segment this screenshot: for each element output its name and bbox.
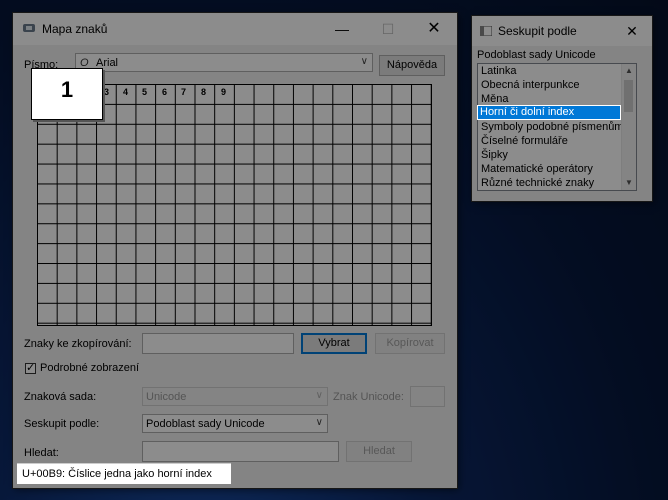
close-button[interactable]: ✕ (612, 16, 652, 46)
zoom-box: 1 (31, 68, 103, 120)
close-button[interactable]: ✕ (411, 13, 457, 45)
selected-list-item[interactable]: Horní či dolní index (477, 105, 621, 120)
grid-cell[interactable]: 8 (194, 87, 213, 97)
subrange-list[interactable]: Latinka Obecná interpunkce Měna Symboly … (477, 63, 637, 191)
selected-list-item-label: Horní či dolní index (480, 106, 575, 118)
unicode-field (410, 386, 445, 407)
grid-cell[interactable]: 4 (116, 87, 135, 97)
groupby-titlebar[interactable]: Seskupit podle ✕ (472, 16, 652, 46)
list-item[interactable]: Různé technické znaky (478, 176, 636, 190)
grid-cell[interactable]: 9 (214, 87, 233, 97)
groupby-window-icon (480, 26, 492, 36)
list-item[interactable]: Symboly podobné písmenům (478, 120, 636, 134)
status-bar: U+00B9: Číslice jedna jako horní index (17, 463, 231, 484)
groupby-label: Seskupit podle: (24, 418, 100, 430)
window-title: Mapa znaků (42, 22, 108, 36)
select-button[interactable]: Vybrat (301, 333, 367, 354)
font-select[interactable]: O Arial ∨ (75, 53, 373, 72)
advanced-view-checkbox[interactable] (25, 361, 36, 374)
list-item[interactable]: Číselné formuláře (478, 134, 636, 148)
copy-field[interactable] (142, 333, 294, 354)
zoom-char: 1 (60, 77, 74, 102)
grid-cell[interactable]: 5 (135, 87, 154, 97)
chevron-down-icon: ∨ (315, 390, 323, 401)
scroll-down-icon[interactable]: ▼ (622, 176, 636, 190)
copy-label: Znaky ke zkopírování: (24, 338, 132, 350)
help-button[interactable]: Nápověda (379, 55, 445, 76)
copy-button: Kopírovat (375, 333, 445, 354)
list-item[interactable]: Latinka (478, 64, 636, 78)
list-item[interactable]: Matematické operátory (478, 162, 636, 176)
groupby-title: Seskupit podle (498, 24, 577, 38)
grid-cell[interactable]: 6 (155, 87, 174, 97)
charset-select-value: Unicode (146, 391, 187, 403)
search-input[interactable] (142, 441, 339, 462)
chevron-down-icon: ∨ (360, 56, 368, 67)
maximize-button: ☐ (381, 21, 395, 37)
charset-label: Znaková sada: (24, 391, 97, 403)
list-item[interactable]: Obecná interpunkce (478, 78, 636, 92)
charset-select: Unicode ∨ (142, 387, 328, 406)
advanced-view-label: Podrobné zobrazení (40, 362, 140, 374)
list-scrollbar[interactable]: ▲ ▼ (621, 64, 636, 190)
search-label: Hledat: (24, 447, 59, 459)
list-item[interactable]: Šipky (478, 148, 636, 162)
zoomed-char-tile: 1 (31, 68, 103, 120)
chevron-down-icon: ∨ (315, 417, 323, 428)
status-text: U+00B9: Číslice jedna jako horní index (22, 468, 212, 480)
charmap-app-icon (23, 24, 35, 32)
search-button: Hledat (346, 441, 412, 462)
scroll-thumb[interactable] (624, 80, 633, 112)
charmap-titlebar[interactable]: Mapa znaků — ☐ ✕ (13, 13, 457, 45)
groupby-select[interactable]: Podoblast sady Unicode ∨ (142, 414, 328, 433)
minimize-button[interactable]: — (319, 13, 365, 45)
grid-cell[interactable]: 7 (174, 87, 193, 97)
groupby-select-value: Podoblast sady Unicode (146, 418, 265, 430)
scroll-up-icon[interactable]: ▲ (622, 64, 636, 78)
unicode-label: Znak Unicode: (333, 391, 404, 403)
list-item[interactable]: Měna (478, 92, 636, 106)
groupby-caption: Podoblast sady Unicode (477, 49, 596, 61)
character-grid[interactable] (37, 84, 432, 326)
